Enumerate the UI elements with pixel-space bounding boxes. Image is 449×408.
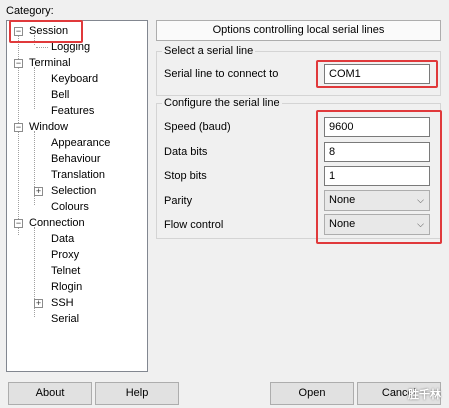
tree-item-telnet[interactable]: Telnet	[51, 263, 80, 279]
highlight-serial-line	[316, 60, 438, 88]
highlight-session	[9, 20, 83, 43]
serial-line-label: Serial line to connect to	[164, 68, 279, 80]
tree-item-bell[interactable]: Bell	[51, 87, 69, 103]
highlight-serial-config	[316, 110, 442, 244]
tree-item-appearance[interactable]: Appearance	[51, 135, 110, 151]
about-button[interactable]: About	[8, 382, 92, 405]
tree-branch-line	[34, 67, 35, 109]
tree-item-translation[interactable]: Translation	[51, 167, 105, 183]
tree-item-window[interactable]: Window	[29, 119, 68, 135]
speed-label: Speed (baud)	[164, 121, 231, 133]
configure-serial-group-title: Configure the serial line	[162, 97, 282, 109]
flow-control-label: Flow control	[164, 219, 224, 231]
tree-item-ssh[interactable]: SSH	[51, 295, 74, 311]
stop-bits-label: Stop bits	[164, 170, 207, 182]
tree-item-rlogin[interactable]: Rlogin	[51, 279, 82, 295]
tree-expanded-icon[interactable]: −	[14, 59, 23, 68]
tree-item-connection[interactable]: Connection	[29, 215, 85, 231]
category-label: Category:	[6, 5, 54, 17]
tree-item-data[interactable]: Data	[51, 231, 74, 247]
category-tree[interactable]: − Session Logging − Terminal Keyboard Be…	[6, 20, 148, 372]
tree-collapsed-icon[interactable]: +	[34, 187, 43, 196]
tree-collapsed-icon[interactable]: +	[34, 299, 43, 308]
select-serial-group-title: Select a serial line	[162, 45, 256, 57]
parity-label: Parity	[164, 195, 193, 207]
tree-item-proxy[interactable]: Proxy	[51, 247, 79, 263]
tree-item-behaviour[interactable]: Behaviour	[51, 151, 101, 167]
tree-item-terminal[interactable]: Terminal	[29, 55, 71, 71]
tree-branch-line	[36, 47, 48, 48]
open-button[interactable]: Open	[270, 382, 354, 405]
tree-item-features[interactable]: Features	[51, 103, 94, 119]
tree-item-serial[interactable]: Serial	[51, 311, 79, 327]
panel-header: Options controlling local serial lines	[156, 20, 441, 41]
tree-expanded-icon[interactable]: −	[14, 219, 23, 228]
tree-expanded-icon[interactable]: −	[14, 123, 23, 132]
tree-item-keyboard[interactable]: Keyboard	[51, 71, 98, 87]
watermark-text: 胜千林	[408, 389, 441, 401]
tree-item-colours[interactable]: Colours	[51, 199, 89, 215]
data-bits-label: Data bits	[164, 146, 208, 158]
tree-item-selection[interactable]: Selection	[51, 183, 96, 199]
help-button[interactable]: Help	[95, 382, 179, 405]
